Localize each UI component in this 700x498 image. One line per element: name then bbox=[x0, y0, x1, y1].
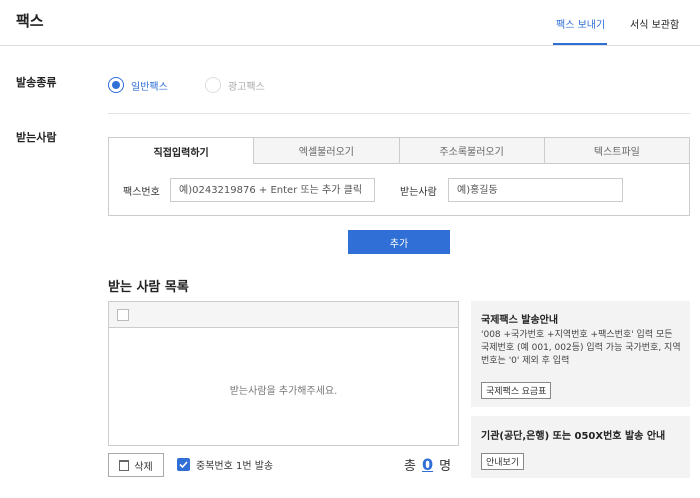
radio-ad-fax-label: 광고팩스 bbox=[228, 81, 265, 93]
radio-selected-icon bbox=[108, 77, 124, 93]
total-prefix: 총 bbox=[404, 459, 416, 474]
international-fax-title: 국제팩스 발송안내 bbox=[481, 315, 559, 326]
recipient-tabs: 직접입력하기 엑셀불러오기 주소록불러오기 텍스트파일 bbox=[109, 138, 689, 164]
active-tab-indicator bbox=[553, 43, 607, 45]
view-guide-button[interactable]: 안내보기 bbox=[481, 453, 525, 470]
dedupe-label: 중복번호 1번 발송 bbox=[196, 461, 274, 472]
page-header: 팩스 팩스 보내기 서식 보관함 bbox=[0, 0, 700, 46]
institution-fax-title: 기관(공단,은행) 또는 050X번호 발송 안내 bbox=[481, 431, 666, 442]
add-recipient-button[interactable]: 추가 bbox=[348, 230, 450, 254]
radio-unselected-icon bbox=[205, 77, 221, 93]
institution-fax-info: 기관(공단,은행) 또는 050X번호 발송 안내 안내보기 bbox=[471, 416, 690, 478]
radio-normal-fax-label: 일반팩스 bbox=[131, 81, 168, 93]
fax-number-label: 팩스번호 bbox=[123, 187, 160, 198]
recipient-name-input[interactable] bbox=[448, 178, 623, 202]
section-divider bbox=[108, 113, 690, 114]
recipient-list-header bbox=[109, 302, 458, 328]
page-title: 팩스 bbox=[16, 12, 44, 30]
delete-button-label: 삭제 bbox=[134, 461, 153, 473]
recipient-list: 받는사람을 추가해주세요. bbox=[108, 301, 459, 446]
select-all-checkbox[interactable] bbox=[117, 309, 129, 321]
tab-send-fax[interactable]: 팩스 보내기 bbox=[556, 16, 605, 31]
recipient-list-title: 받는 사람 목록 bbox=[108, 280, 189, 295]
recipient-input-panel: 직접입력하기 엑셀불러오기 주소록불러오기 텍스트파일 팩스번호 받는사람 bbox=[108, 137, 690, 216]
dedupe-checkbox[interactable] bbox=[177, 458, 190, 471]
fax-number-input[interactable] bbox=[170, 178, 375, 202]
international-fax-text: '008 +국가번호 +지역번호 +팩스번호' 입력 모든 국제번호 (예 00… bbox=[481, 330, 681, 366]
dedupe-option[interactable]: 중복번호 1번 발송 bbox=[177, 457, 273, 472]
radio-normal-fax[interactable]: 일반팩스 bbox=[108, 77, 168, 93]
international-rate-button[interactable]: 국제팩스 요금표 bbox=[481, 382, 552, 399]
tab-template-storage[interactable]: 서식 보관함 bbox=[630, 16, 679, 31]
tab-excel-import[interactable]: 엑셀불러오기 bbox=[254, 138, 400, 164]
delete-button[interactable]: 삭제 bbox=[108, 453, 164, 477]
trash-icon bbox=[119, 459, 130, 471]
total-count: 총 0 명 bbox=[404, 455, 451, 474]
send-type-label: 발송종류 bbox=[16, 76, 57, 89]
tab-direct-input[interactable]: 직접입력하기 bbox=[109, 138, 255, 164]
total-count-value: 0 bbox=[421, 455, 434, 474]
tab-addressbook-import[interactable]: 주소록불러오기 bbox=[399, 138, 545, 164]
check-icon bbox=[179, 461, 188, 468]
total-suffix: 명 bbox=[439, 459, 452, 474]
recipient-name-label: 받는사람 bbox=[400, 187, 437, 198]
empty-list-message: 받는사람을 추가해주세요. bbox=[229, 386, 338, 397]
recipient-label: 받는사람 bbox=[16, 131, 57, 144]
international-fax-info: 국제팩스 발송안내 '008 +국가번호 +지역번호 +팩스번호' 입력 모든 … bbox=[471, 301, 690, 407]
tab-text-file[interactable]: 텍스트파일 bbox=[544, 138, 689, 164]
radio-ad-fax[interactable]: 광고팩스 bbox=[205, 77, 265, 93]
